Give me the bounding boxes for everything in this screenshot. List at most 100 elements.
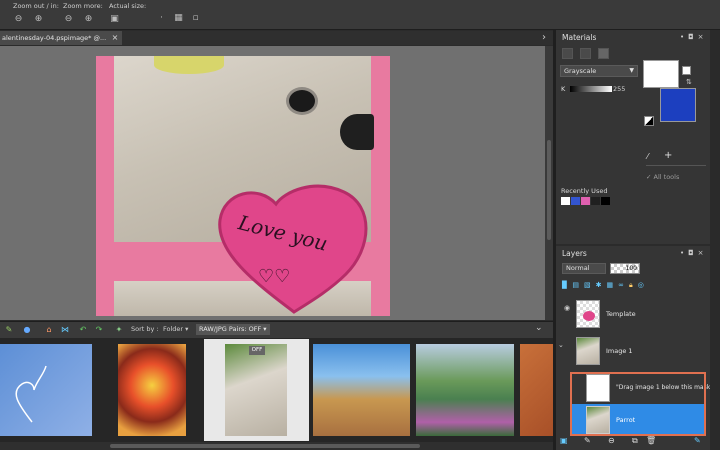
layer-vector-icon[interactable]: ▤: [572, 281, 579, 292]
zoom-more-out-icon[interactable]: ⊖: [63, 14, 74, 25]
layer-type-icon[interactable]: ▉: [562, 281, 567, 292]
thumbnail-heart[interactable]: [0, 344, 92, 436]
layer-row-template[interactable]: ◉ Template: [562, 298, 704, 330]
grid-icon[interactable]: ▦: [173, 13, 184, 24]
visibility-eye-icon[interactable]: ◉: [564, 304, 570, 312]
heart-shape: [218, 184, 368, 314]
layer-mask-icon[interactable]: ▧: [584, 281, 591, 292]
recent-color[interactable]: [601, 197, 610, 205]
layers-panel: Layers •◘× Normal 100 ▉ ▤ ▧ ✱ ▦ ∞ 🔒︎ ◎ ◉…: [556, 246, 713, 450]
layer-fx-icon[interactable]: ◎: [638, 281, 644, 292]
layer-properties-icon[interactable]: ✎: [694, 436, 701, 445]
all-tools-text: All tools: [653, 173, 680, 181]
merge-icon[interactable]: ⧉: [632, 436, 638, 446]
rotate-left-icon[interactable]: ↶: [78, 325, 88, 335]
all-tools-label[interactable]: ✓ All tools: [646, 173, 679, 181]
layer-link-icon[interactable]: ∞: [618, 281, 624, 292]
chevron-down-icon[interactable]: ⌄: [535, 323, 543, 333]
blend-mode-value: Normal: [566, 264, 590, 272]
small-dot-icon[interactable]: ·: [156, 13, 167, 24]
document-tab[interactable]: alentinesday-04.pspimage* @...: [0, 31, 122, 45]
brush-icon[interactable]: ✎: [584, 436, 591, 445]
materials-panel-controls[interactable]: •◘×: [680, 33, 708, 41]
new-layer-icon[interactable]: ▣: [560, 436, 568, 445]
rotate-right-icon[interactable]: ↷: [94, 325, 104, 335]
layer-thumbnail: [576, 300, 600, 328]
k-value[interactable]: 255: [613, 85, 625, 93]
parrot-eye: [289, 90, 315, 112]
layer-adjust-icon[interactable]: ✱: [596, 281, 602, 292]
rainbow-tab-icon[interactable]: [562, 48, 573, 59]
love-heart: Love you ♡♡: [218, 184, 368, 314]
actual-size-label: Actual size:: [109, 2, 147, 10]
thumbnail-spiral[interactable]: [118, 344, 186, 436]
small-swatch-icon[interactable]: [682, 66, 691, 75]
vertical-scroll-thumb[interactable]: [547, 140, 551, 240]
recent-color[interactable]: [561, 197, 570, 205]
swatches-tab-icon[interactable]: [580, 48, 591, 59]
recent-color[interactable]: [591, 197, 600, 205]
layer-group-icon[interactable]: ▦: [607, 281, 614, 292]
layer-lock-icon[interactable]: 🔒︎: [629, 281, 633, 292]
heart-outline-icon: [15, 365, 47, 423]
valentine-artwork[interactable]: Love you ♡♡: [96, 56, 390, 316]
parrot-beak: [340, 114, 374, 150]
layer-thumbnail: [576, 337, 600, 365]
swap-colors-icon[interactable]: ⇅: [686, 78, 692, 86]
chevron-right-icon[interactable]: ›: [538, 31, 550, 45]
far-right-panel-edge: [710, 30, 720, 450]
blend-mode-select[interactable]: Normal: [562, 263, 606, 274]
heart-mini-icon: [583, 311, 595, 321]
organizer-scroll-thumb[interactable]: [110, 444, 420, 448]
layer-tools-row: ▉ ▤ ▧ ✱ ▦ ∞ 🔒︎ ◎: [562, 281, 704, 292]
share-icon[interactable]: ⌂: [44, 325, 54, 335]
background-color-swatch[interactable]: [660, 88, 696, 122]
layer-name: Template: [606, 310, 636, 318]
organizer-toolbar: ✎ ● ⌂ ⋈ ↶ ↷ ✦: [0, 321, 553, 338]
pencil-icon[interactable]: ✎: [4, 325, 14, 335]
reset-colors-icon[interactable]: [644, 116, 654, 126]
materials-title: Materials: [562, 33, 597, 42]
sort-by-label: Sort by :: [131, 325, 159, 333]
layer-row-image1[interactable]: ⌄ Image 1: [558, 335, 704, 367]
mask-link-icon[interactable]: ⊖: [608, 436, 615, 445]
expand-chevron-icon[interactable]: ⌄: [558, 341, 564, 349]
zoom-out-icon[interactable]: ⊖: [13, 14, 24, 25]
mask-group-highlight: [570, 372, 706, 436]
thumbnail-parrot[interactable]: OFF: [225, 344, 287, 436]
zoom-in-icon[interactable]: ⊕: [33, 14, 44, 25]
actual-size-group: Actual size: ▣: [109, 2, 146, 25]
recent-color[interactable]: [581, 197, 590, 205]
layers-title: Layers: [562, 249, 587, 258]
thumbnail-flowers[interactable]: [416, 344, 514, 436]
thumbnail-canyon[interactable]: [520, 344, 553, 436]
trash-icon[interactable]: 🗑︎: [646, 436, 656, 445]
palette-select-value: Grayscale: [564, 67, 597, 75]
layers-panel-controls[interactable]: •◘×: [680, 249, 708, 257]
opacity-field[interactable]: 100: [610, 263, 640, 274]
add-swatch-icon[interactable]: +: [664, 150, 672, 161]
recent-color[interactable]: [571, 197, 580, 205]
zoom-more-label: Zoom more:: [63, 2, 103, 10]
sort-folder-dropdown[interactable]: Folder ▾: [163, 325, 188, 333]
actual-size-icon[interactable]: ▣: [109, 14, 120, 25]
connect-icon[interactable]: ⋈: [60, 325, 70, 335]
parrot-crest: [154, 56, 224, 74]
recently-used-label: Recently Used: [561, 187, 608, 195]
raw-jpg-pairs-dropdown[interactable]: RAW/JPG Pairs: OFF ▾: [196, 324, 270, 335]
square-outline-icon[interactable]: ▫: [190, 13, 201, 24]
person-icon[interactable]: ●: [22, 325, 32, 335]
thumbnail-rock-arch[interactable]: [313, 344, 410, 436]
k-slider[interactable]: [570, 86, 612, 92]
zoom-out-in-group: Zoom out / in: ⊖ ⊕: [13, 2, 59, 25]
palette-select[interactable]: Grayscale ▼: [560, 65, 638, 77]
dropper-icon[interactable]: ⁄: [647, 152, 648, 161]
off-badge: OFF: [249, 346, 265, 355]
foreground-color-swatch[interactable]: [643, 60, 679, 88]
close-tab-icon[interactable]: ×: [110, 31, 120, 45]
top-toolbar: Zoom out / in: ⊖ ⊕ Zoom more: ⊖ ⊕ Actual…: [0, 0, 720, 30]
palette-tab-icon[interactable]: [598, 48, 609, 59]
zoom-more-in-icon[interactable]: ⊕: [83, 14, 94, 25]
small-hearts-icon: ♡♡: [258, 266, 290, 287]
tag-icon[interactable]: ✦: [114, 325, 124, 335]
